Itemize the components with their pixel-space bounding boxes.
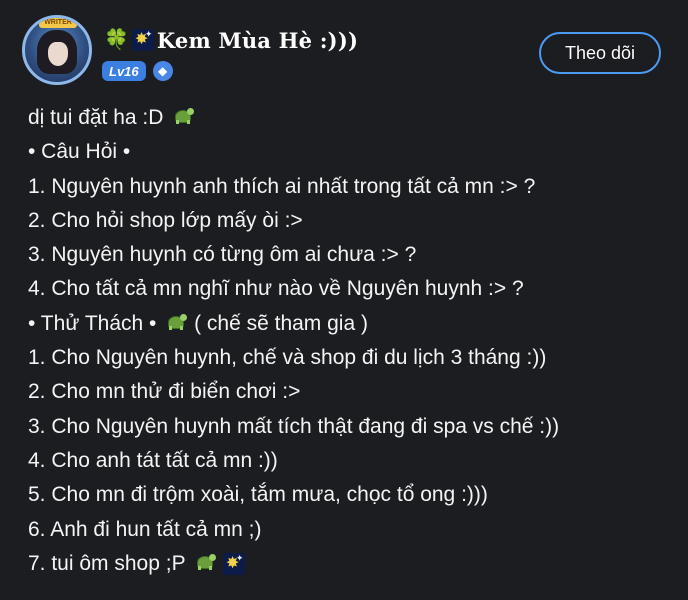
post-line: • Thử Thách • ( chế sẽ tham gia ) xyxy=(28,307,678,341)
challenge-item: 1. Cho Nguyên huynh, chế và shop đi du l… xyxy=(28,346,547,370)
challenge-item: 3. Cho Nguyên huynh mất tích thật đang đ… xyxy=(28,414,560,438)
question-item: 1. Nguyên huynh anh thích ai nhất trong … xyxy=(28,174,536,198)
post-line-text: dị tui đặt ha :D xyxy=(28,106,164,129)
challenge-note: ( chế sẽ tham gia ) xyxy=(194,311,368,335)
rank-icon: ◆ xyxy=(152,61,173,81)
author-badges: Lv16 ◆ xyxy=(102,61,173,81)
post-line: • Câu Hỏi • xyxy=(28,135,678,169)
turtle-icon xyxy=(193,553,217,573)
author-name[interactable]: Kem Mùa Hè :))) xyxy=(157,28,358,53)
avatar-frame-label: WRITER xyxy=(39,18,77,28)
avatar[interactable]: WRITER xyxy=(22,15,92,85)
challenge-item: 7. tui ôm shop ;P xyxy=(28,551,186,575)
question-item: 3. Nguyên huynh có từng ôm ai chưa :> ? xyxy=(28,243,417,267)
level-badge: Lv16 xyxy=(102,61,146,81)
question-item: 2. Cho hỏi shop lớp mấy òi :> xyxy=(28,208,303,232)
post-line: 3. Cho Nguyên huynh mất tích thật đang đ… xyxy=(28,410,678,444)
post-line: 7. tui ôm shop ;P xyxy=(28,547,678,581)
post-line: 6. Anh đi hun tất cả mn ;) xyxy=(28,513,678,547)
post-line: 2. Cho hỏi shop lớp mấy òi :> xyxy=(28,204,678,238)
author-name-row[interactable]: 🍀 Kem Mùa Hè :))) xyxy=(104,26,358,54)
challenge-item: 4. Cho anh tát tất cả mn :)) xyxy=(28,448,278,472)
turtle-icon xyxy=(171,107,195,127)
post-line: dị tui đặt ha :D xyxy=(28,101,678,135)
post-line: 5. Cho mn đi trộm xoài, tắm mưa, chọc tổ… xyxy=(28,478,678,512)
post-line: 2. Cho mn thử đi biển chơi :> xyxy=(28,375,678,409)
fireworks-icon xyxy=(222,553,245,576)
post-line: 3. Nguyên huynh có từng ôm ai chưa :> ? xyxy=(28,238,678,272)
follow-button[interactable]: Theo dõi xyxy=(539,32,661,74)
post-line: 1. Nguyên huynh anh thích ai nhất trong … xyxy=(28,170,678,204)
four-leaf-clover-icon: 🍀 xyxy=(104,29,129,51)
post-line: 4. Cho tất cả mn nghĩ như nào về Nguyên … xyxy=(28,272,678,306)
avatar-face xyxy=(48,42,68,66)
turtle-icon xyxy=(164,313,188,333)
post-line: 1. Cho Nguyên huynh, chế và shop đi du l… xyxy=(28,341,678,375)
post-line: 4. Cho anh tát tất cả mn :)) xyxy=(28,444,678,478)
fireworks-icon xyxy=(131,29,154,51)
challenge-item: 2. Cho mn thử đi biển chơi :> xyxy=(28,380,301,404)
challenge-item: 6. Anh đi hun tất cả mn ;) xyxy=(28,517,262,541)
post-body: dị tui đặt ha :D • Câu Hỏi • 1. Nguyên h… xyxy=(28,101,678,581)
section-heading-questions: • Câu Hỏi • xyxy=(28,140,131,164)
challenge-item: 5. Cho mn đi trộm xoài, tắm mưa, chọc tổ… xyxy=(28,483,488,507)
post-header: WRITER 🍀 Kem Mùa Hè :))) Lv16 ◆ Theo dõi xyxy=(0,0,688,92)
section-heading-challenges: • Thử Thách • xyxy=(28,311,157,335)
question-item: 4. Cho tất cả mn nghĩ như nào về Nguyên … xyxy=(28,277,524,301)
